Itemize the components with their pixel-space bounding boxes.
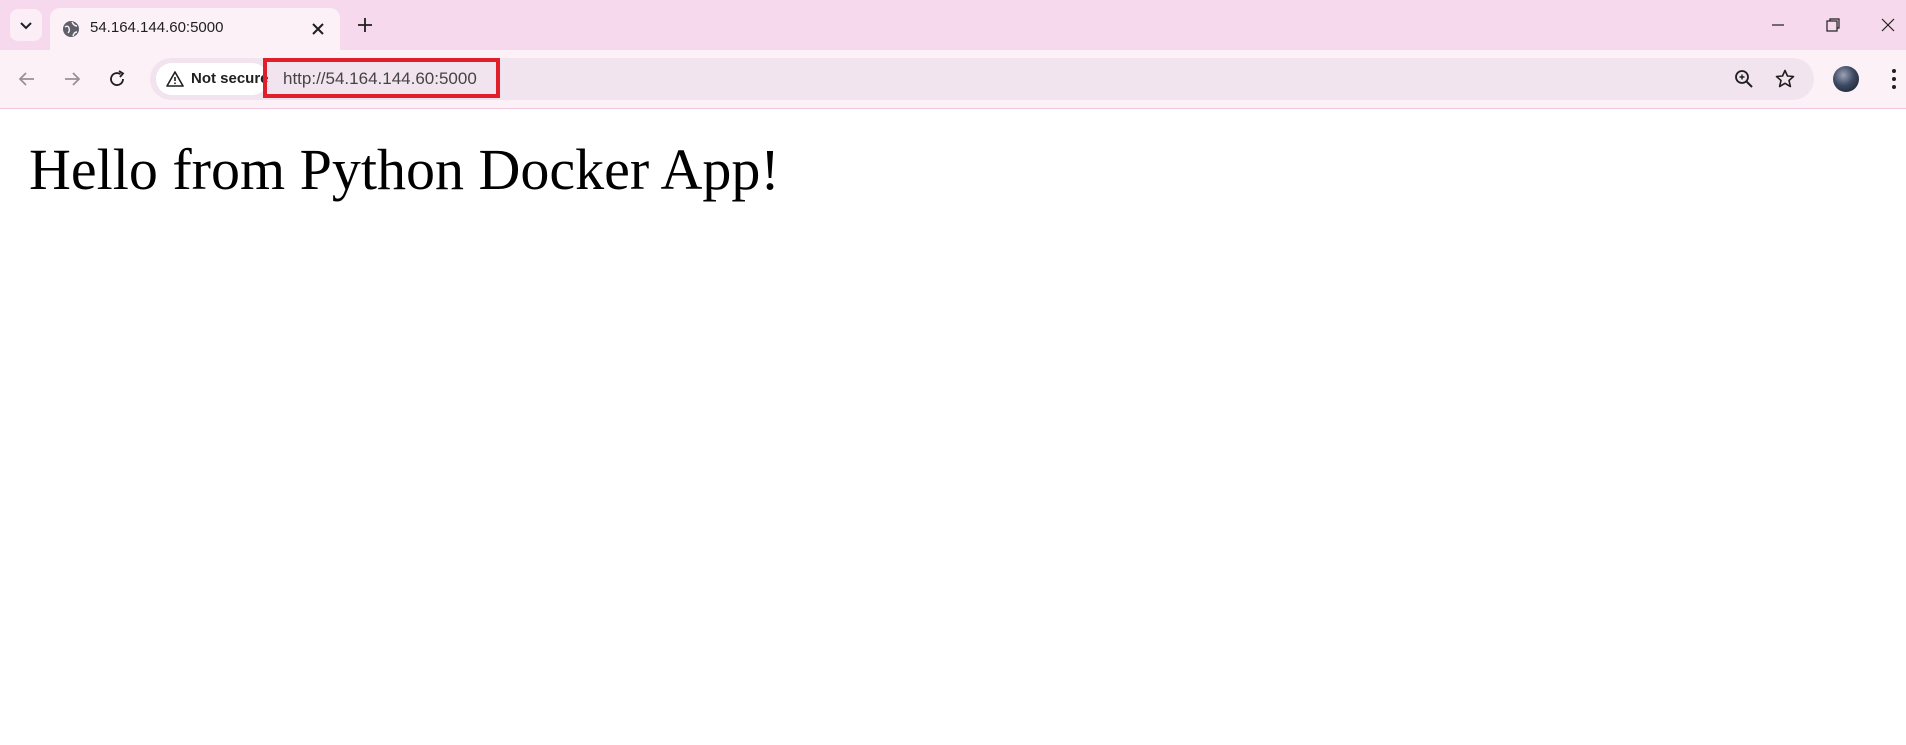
chevron-down-icon bbox=[20, 22, 32, 30]
address-bar[interactable]: Not secure http://54.164.144.60:5000 bbox=[150, 58, 1814, 100]
page-heading: Hello from Python Docker App! bbox=[29, 137, 780, 202]
star-icon[interactable] bbox=[1774, 68, 1796, 90]
tab-title: 54.164.144.60:5000 bbox=[90, 19, 224, 36]
back-arrow-icon[interactable] bbox=[15, 67, 39, 91]
forward-arrow-icon[interactable] bbox=[60, 67, 84, 91]
avatar[interactable] bbox=[1833, 66, 1859, 92]
url-highlight-box: http://54.164.144.60:5000 bbox=[263, 58, 500, 98]
reload-icon[interactable] bbox=[105, 67, 129, 91]
url-text[interactable]: http://54.164.144.60:5000 bbox=[283, 69, 477, 89]
restore-icon[interactable] bbox=[1822, 14, 1844, 36]
toolbar: Not secure http://54.164.144.60:5000 bbox=[0, 50, 1906, 109]
tab-strip: 54.164.144.60:5000 bbox=[0, 0, 1906, 50]
security-chip[interactable]: Not secure bbox=[156, 63, 269, 95]
more-vert-icon[interactable] bbox=[1882, 66, 1906, 92]
minimize-icon[interactable] bbox=[1767, 14, 1789, 36]
close-icon[interactable] bbox=[308, 19, 328, 39]
tab-active[interactable]: 54.164.144.60:5000 bbox=[50, 8, 340, 50]
globe-icon bbox=[63, 21, 79, 37]
warning-icon bbox=[166, 71, 184, 87]
security-label: Not secure bbox=[191, 70, 269, 87]
tab-search-button[interactable] bbox=[10, 9, 42, 41]
window-close-icon[interactable] bbox=[1877, 14, 1899, 36]
plus-icon[interactable] bbox=[355, 15, 375, 35]
zoom-icon[interactable] bbox=[1733, 68, 1755, 90]
